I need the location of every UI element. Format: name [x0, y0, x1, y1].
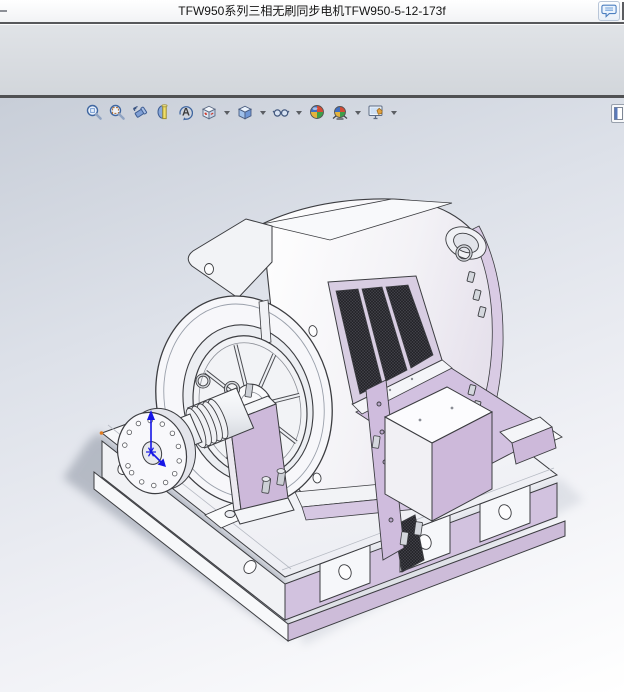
- dropdown-arrow-icon: [260, 111, 266, 115]
- dynamic-annotation-views-button[interactable]: A: [176, 102, 196, 122]
- dropdown-arrow-icon: [224, 111, 230, 115]
- section-view-button[interactable]: [153, 102, 173, 122]
- graphics-area[interactable]: A: [0, 98, 624, 692]
- zoom-to-area-button[interactable]: [107, 102, 127, 122]
- motor-3d-model[interactable]: [0, 98, 624, 692]
- display-style-dropdown[interactable]: [258, 102, 268, 122]
- titlebar-left-artifact: [0, 10, 7, 12]
- rotate-a-icon: A: [179, 106, 194, 121]
- svg-text:A: A: [182, 107, 190, 119]
- command-manager-collapsed: [0, 24, 624, 95]
- magnifier-icon: [86, 104, 102, 120]
- heads-up-view-toolbar: A: [84, 102, 399, 122]
- view-cube-icon: [201, 105, 217, 120]
- panel-icon: [614, 107, 623, 120]
- view-settings-dropdown[interactable]: [389, 102, 399, 122]
- zoom-to-fit-button[interactable]: [84, 102, 104, 122]
- section-cut-icon: [157, 104, 168, 120]
- view-orientation-button[interactable]: [199, 102, 219, 122]
- magnifier-area-icon: [109, 104, 125, 120]
- titlebar: TFW950系列三相无刷同步电机TFW950-5-12-173f: [0, 0, 624, 22]
- edit-appearance-button[interactable]: [307, 102, 327, 122]
- comments-button[interactable]: [598, 1, 620, 21]
- hide-show-items-dropdown[interactable]: [294, 102, 304, 122]
- color-ball-icon: [310, 105, 324, 119]
- view-settings-button[interactable]: [366, 102, 386, 122]
- apply-scene-button[interactable]: [330, 102, 350, 122]
- dropdown-arrow-icon: [391, 111, 397, 115]
- task-pane-collapsed-tab[interactable]: [611, 104, 624, 123]
- apply-scene-dropdown[interactable]: [353, 102, 363, 122]
- scene-ball-icon: [332, 106, 348, 120]
- telescope-back-icon: [132, 105, 148, 118]
- display-style-button[interactable]: [235, 102, 255, 122]
- dropdown-arrow-icon: [296, 111, 302, 115]
- view-orientation-dropdown[interactable]: [222, 102, 232, 122]
- hide-show-items-button[interactable]: [271, 102, 291, 122]
- dropdown-arrow-icon: [355, 111, 361, 115]
- previous-view-button[interactable]: [130, 102, 150, 122]
- eyeglasses-icon: [272, 109, 290, 117]
- monitor-hand-icon: [368, 105, 383, 120]
- speech-bubble-icon: [601, 4, 617, 18]
- shaded-cube-icon: [237, 105, 253, 120]
- window-title: TFW950系列三相无刷同步电机TFW950-5-12-173f: [178, 4, 446, 18]
